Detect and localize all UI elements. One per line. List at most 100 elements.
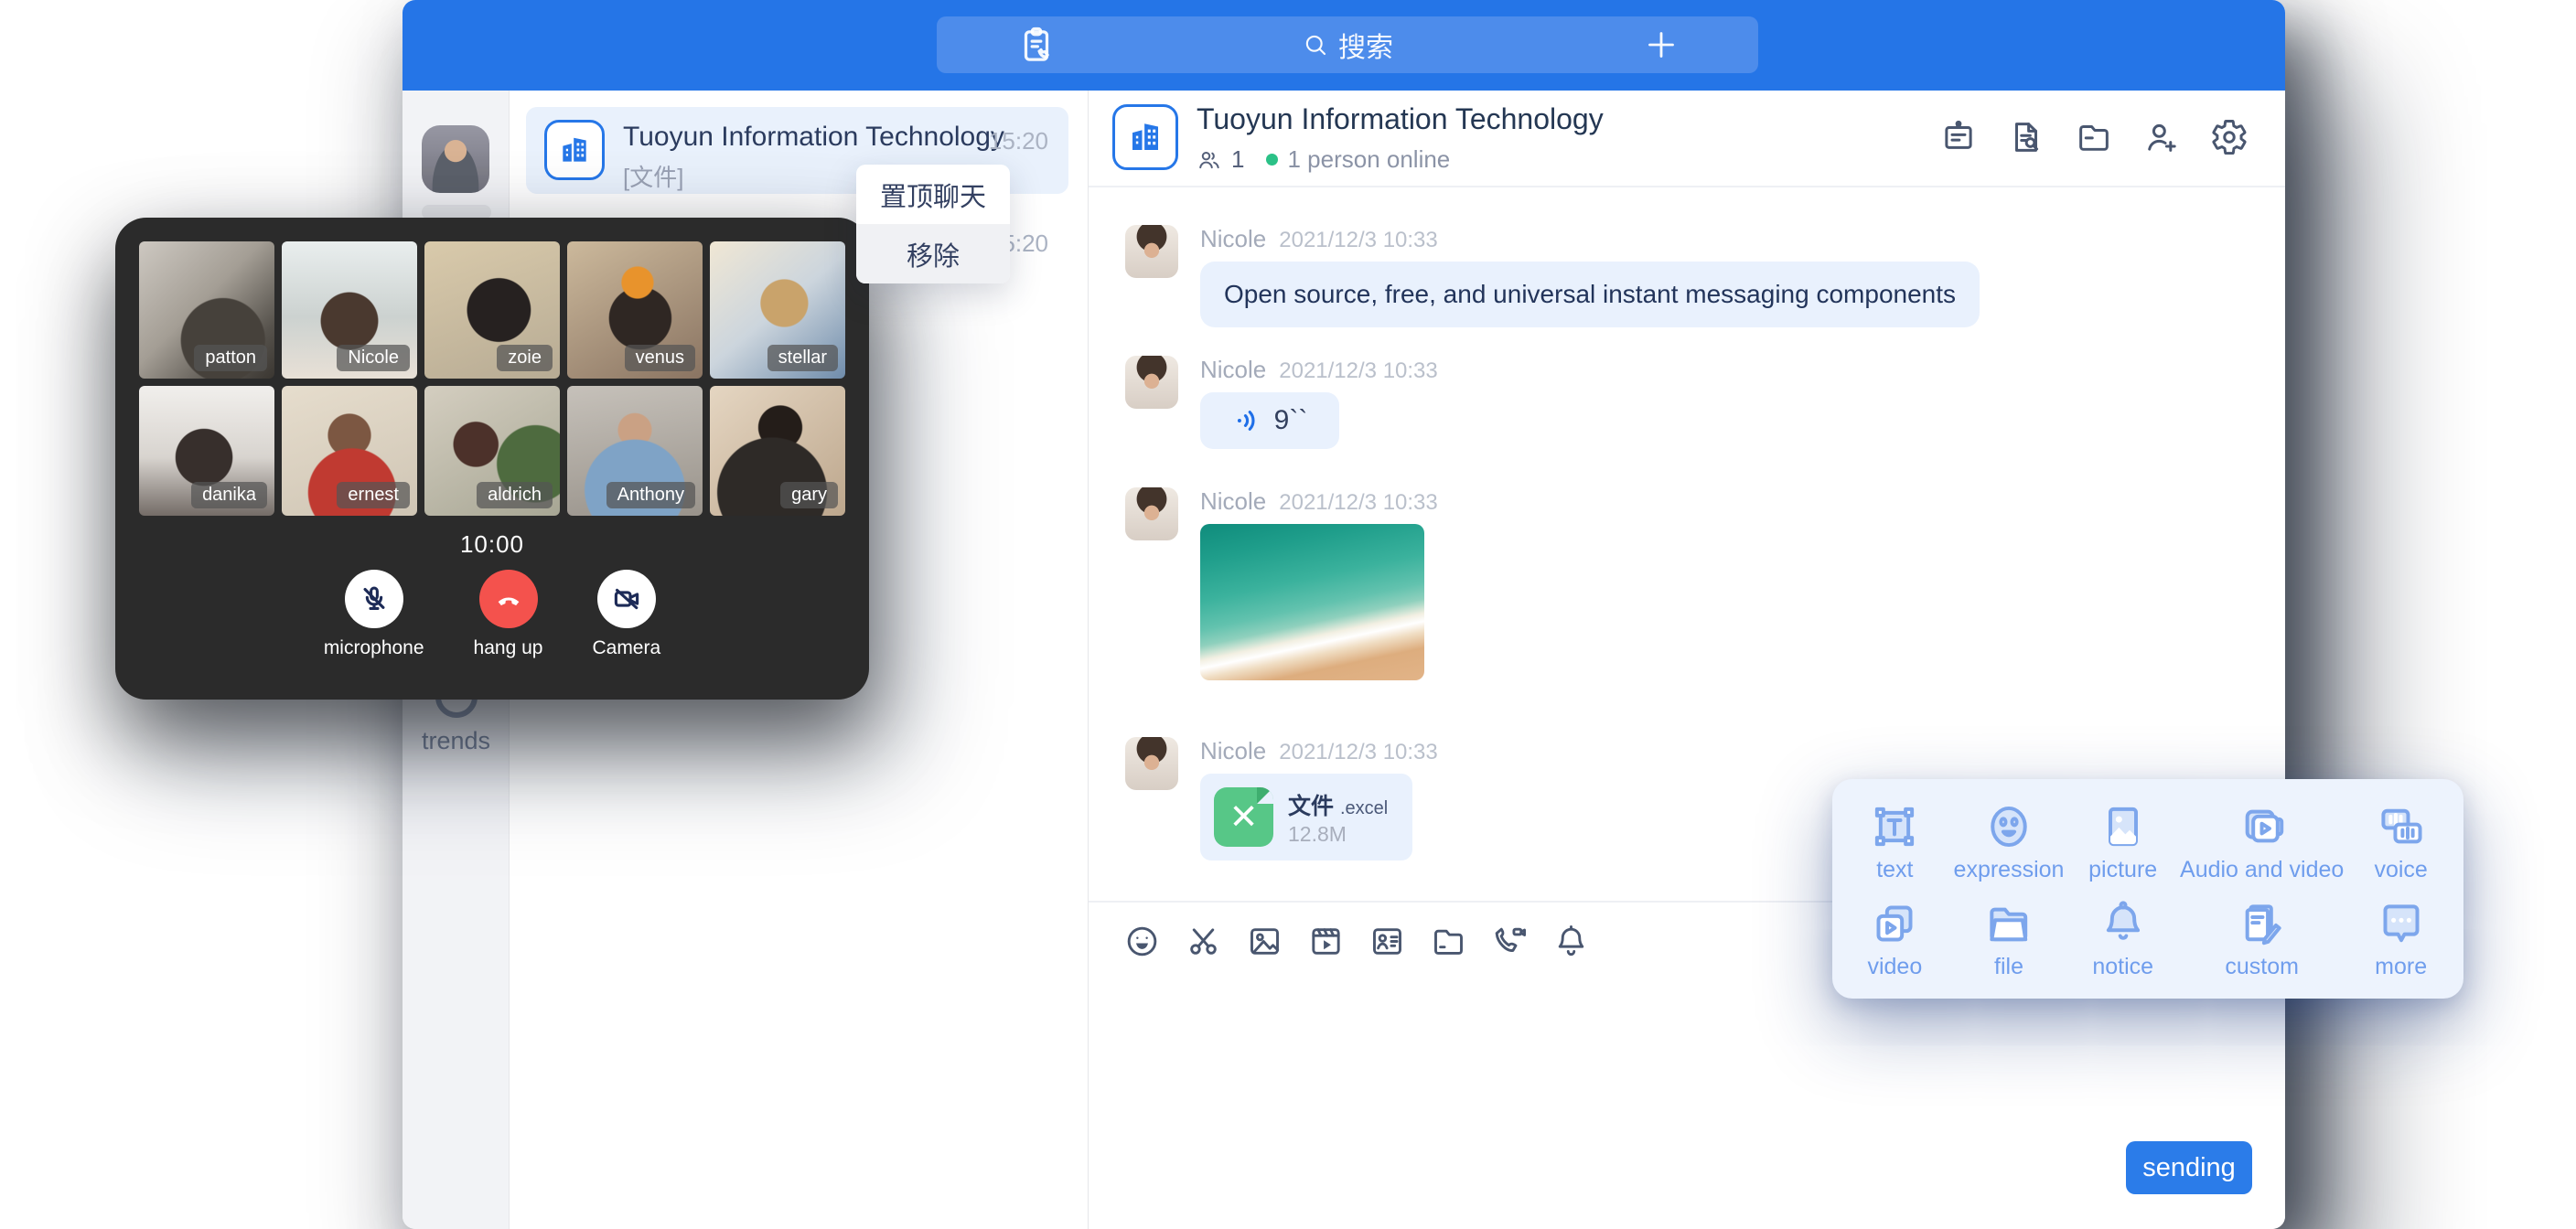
search-bar[interactable]: 搜索 [937, 16, 1758, 73]
avatar[interactable] [1125, 737, 1178, 790]
panel-item-file[interactable]: file [1952, 891, 2066, 988]
add-icon[interactable] [1643, 27, 1680, 63]
camera-label: Camera [592, 637, 660, 659]
participant-name: stellar [767, 345, 838, 371]
notice-board-icon[interactable] [1939, 118, 1978, 156]
menu-item-remove[interactable]: 移除 [856, 224, 1010, 283]
chat-actions [1939, 118, 2249, 156]
avatar[interactable] [1125, 487, 1178, 540]
conversation-time: 15:20 [989, 127, 1048, 155]
participant-name: venus [625, 345, 695, 371]
menu-item-pin-chat[interactable]: 置顶聊天 [856, 165, 1010, 224]
conversation-title: Tuoyun Information Technology [623, 122, 1004, 153]
file-size: 12.8M [1288, 822, 1347, 847]
emoji-icon[interactable] [1123, 923, 1161, 960]
panel-item-text[interactable]: text [1838, 794, 1952, 891]
group-avatar [1112, 104, 1178, 170]
picture-icon [2098, 801, 2149, 852]
image-message-beach[interactable] [1200, 524, 1424, 680]
message-time: 2021/12/3 10:33 [1279, 740, 1438, 765]
participant-tile: aldrich [424, 386, 560, 516]
video-call-icon[interactable] [1491, 923, 1529, 960]
file-icon [1983, 898, 2034, 949]
panel-item-notice[interactable]: notice [2066, 891, 2180, 988]
send-image-icon[interactable] [1246, 923, 1283, 960]
panel-item-video[interactable]: video [1838, 891, 1952, 988]
call-timer: 10:00 [115, 530, 869, 559]
settings-icon[interactable] [2210, 118, 2249, 156]
topbar-toolbar: 搜索 [937, 16, 1758, 73]
mic-muted-icon [359, 583, 390, 614]
participant-name: ernest [337, 482, 410, 508]
file-name: 文件 [1288, 794, 1334, 819]
participant-name: Nicole [337, 345, 410, 371]
avatar[interactable] [1125, 225, 1178, 278]
participant-name: zoie [497, 345, 553, 371]
sender-name: Nicole [1200, 737, 1266, 765]
panel-item-voice[interactable]: voice [2344, 794, 2458, 891]
send-video-icon[interactable] [1307, 923, 1345, 960]
topbar: 搜索 [402, 0, 2285, 91]
add-member-icon[interactable] [2142, 118, 2181, 156]
audio-video-icon [2237, 801, 2288, 852]
participant-tile: stellar [710, 241, 845, 379]
search-label: 搜索 [1338, 25, 1393, 65]
group-files-icon[interactable] [2075, 118, 2113, 156]
hang-up-button[interactable]: hang up [474, 570, 543, 659]
send-button[interactable]: sending [2126, 1141, 2252, 1194]
participant-tile: danika [139, 386, 274, 516]
conversation-last-message: [文件] [623, 159, 683, 193]
my-avatar[interactable] [422, 125, 489, 193]
group-avatar [544, 120, 605, 180]
chat-meta: 1 1 person online [1197, 145, 1450, 174]
search-icon [1302, 31, 1329, 59]
hang-up-label: hang up [474, 637, 543, 659]
attachment-panel: text expression picture Audio and video … [1832, 779, 2463, 999]
video-icon [1869, 898, 1920, 949]
message-time: 2021/12/3 10:33 [1279, 228, 1438, 253]
sender-name: Nicole [1200, 487, 1266, 516]
panel-item-custom[interactable]: custom [2180, 891, 2344, 988]
participant-name: danika [191, 482, 267, 508]
voice-icon [2376, 801, 2427, 852]
microphone-toggle[interactable]: microphone [324, 570, 424, 659]
message-file: Nicole 2021/12/3 10:33 ✕ 文件 .excel 12.8M [1125, 737, 1438, 860]
custom-icon [2237, 898, 2288, 949]
send-file-icon[interactable] [1430, 923, 1467, 960]
voice-wave-icon [1232, 405, 1263, 436]
microphone-label: microphone [324, 637, 424, 659]
panel-item-audio-video[interactable]: Audio and video [2180, 794, 2344, 891]
notification-bell-icon[interactable] [1552, 923, 1590, 960]
panel-item-more[interactable]: more [2344, 891, 2458, 988]
excel-file-icon: ✕ [1214, 787, 1273, 847]
camera-toggle[interactable]: Camera [592, 570, 660, 659]
contact-card-icon[interactable] [1368, 923, 1406, 960]
expression-icon [1983, 801, 2034, 852]
participant-tile: Anthony [567, 386, 703, 516]
participant-tile: gary [710, 386, 845, 516]
conversation-context-menu: 置顶聊天 移除 [856, 165, 1010, 283]
message-bubble[interactable]: Open source, free, and universal instant… [1200, 262, 1980, 327]
participant-name: Anthony [606, 482, 695, 508]
message-voice: Nicole 2021/12/3 10:33 9`` [1125, 356, 1438, 449]
participant-name: patton [194, 345, 267, 371]
chat-record-search-icon[interactable] [2007, 118, 2045, 156]
participant-grid: patton Nicole zoie venus stellar danika … [115, 218, 869, 516]
file-message-card[interactable]: ✕ 文件 .excel 12.8M [1200, 774, 1412, 860]
message-time: 2021/12/3 10:33 [1279, 490, 1438, 516]
more-icon [2376, 898, 2427, 949]
hang-up-icon [493, 583, 524, 614]
panel-item-expression[interactable]: expression [1952, 794, 2066, 891]
avatar[interactable] [1125, 356, 1178, 409]
screenshot-scissors-icon[interactable] [1185, 923, 1222, 960]
participant-name: gary [780, 482, 838, 508]
panel-item-picture[interactable]: picture [2066, 794, 2180, 891]
trends-label: trends [402, 727, 510, 755]
chat-title: Tuoyun Information Technology [1197, 102, 1604, 136]
notice-icon [2098, 898, 2149, 949]
chat-panel: Tuoyun Information Technology 1 1 person… [1089, 91, 2285, 1229]
voice-message-bubble[interactable]: 9`` [1200, 392, 1339, 449]
participant-tile: zoie [424, 241, 560, 379]
message-time: 2021/12/3 10:33 [1279, 358, 1438, 384]
video-call-window: patton Nicole zoie venus stellar danika … [115, 218, 869, 700]
